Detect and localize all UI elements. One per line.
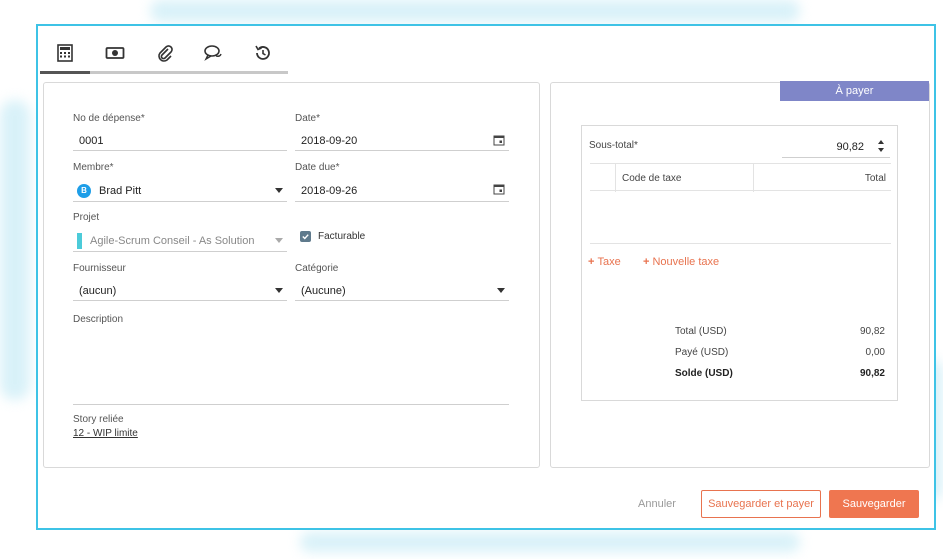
tab-history[interactable] [240,36,286,70]
add-tax-label: Taxe [597,256,621,268]
story-link[interactable]: 12 - WIP limite [73,428,287,439]
expense-dialog: No de dépense* 0001 Date* 2018-09-20 Mem… [36,24,936,530]
due-date-input[interactable]: 2018-09-26 [295,180,509,202]
paid-value: 0,00 [865,347,885,358]
table-bottom-divider [590,243,891,244]
date-value: 2018-09-20 [301,134,358,147]
add-tax-button[interactable]: + Taxe [588,256,621,268]
supplier-label: Fournisseur [73,263,126,274]
column-header-tax-code: Code de taxe [622,173,682,184]
total-value: 90,82 [859,326,885,337]
status-badge: À payer [780,81,929,101]
tax-table-header: Code de taxe Total [590,163,891,192]
expense-no-label: No de dépense* [73,113,145,124]
supplier-value: (aucun) [79,284,117,297]
tab-strip [40,36,290,76]
new-tax-button[interactable]: + Nouvelle taxe [643,256,719,268]
background-brush [150,0,800,22]
chevron-down-icon [497,288,505,293]
description-label: Description [73,314,124,325]
due-date-value: 2018-09-26 [301,184,358,197]
supplier-field: Fournisseur (aucun) [73,263,287,301]
project-field: Projet Agile-Scrum Conseil - As Solution [73,212,287,252]
story-label: Story reliée [73,414,124,425]
background-brush [300,532,800,552]
date-input[interactable]: 2018-09-20 [295,131,509,151]
stepper-arrows-icon[interactable] [877,139,885,153]
project-color-swatch [77,232,82,249]
expense-details-panel: No de dépense* 0001 Date* 2018-09-20 Mem… [43,82,540,468]
comments-icon [204,45,222,61]
tab-active-indicator [40,71,90,74]
due-date-label: Date due* [295,162,340,173]
category-field: Catégorie (Aucune) [295,263,509,301]
tab-money[interactable] [92,36,138,70]
project-value: Agile-Scrum Conseil - As Solution [90,234,255,247]
member-select[interactable]: B Brad Pitt [73,180,287,202]
supplier-select[interactable]: (aucun) [73,281,287,301]
project-select[interactable]: Agile-Scrum Conseil - As Solution [73,230,287,252]
subtotal-value: 90,82 [836,141,864,153]
expense-no-field: No de dépense* 0001 [73,113,287,151]
expense-no-input[interactable]: 0001 [73,131,287,151]
calendar-icon[interactable] [493,134,505,146]
checkbox-checked-icon [300,231,311,242]
subtotal-label: Sous-total* [589,140,638,151]
category-value: (Aucune) [301,284,346,297]
category-label: Catégorie [295,263,339,274]
save-and-pay-button[interactable]: Sauvegarder et payer [701,490,821,518]
background-brush [0,100,30,400]
member-field: Membre* B Brad Pitt [73,162,287,202]
avatar: B [77,183,91,198]
money-icon [105,47,125,59]
project-label: Projet [73,212,100,223]
story-field: Story reliée 12 - WIP limite [73,414,287,439]
date-field: Date* 2018-09-20 [295,113,509,151]
tab-calculator[interactable] [42,36,88,70]
chevron-down-icon [275,188,283,193]
tax-box: Sous-total* 90,82 Code de taxe Total + T… [581,125,898,401]
due-date-field: Date due* 2018-09-26 [295,162,509,202]
column-divider [753,164,754,192]
chevron-down-icon [275,288,283,293]
chevron-down-icon [275,238,283,243]
expense-no-value: 0001 [79,134,104,147]
cancel-button[interactable]: Annuler [630,490,684,518]
calendar-icon[interactable] [493,183,505,195]
paid-label: Payé (USD) [675,347,729,358]
new-tax-label: Nouvelle taxe [652,256,720,268]
history-icon [255,45,270,60]
tab-attachments[interactable] [142,36,188,70]
save-button[interactable]: Sauvegarder [829,490,919,518]
tab-comments[interactable] [190,36,236,70]
description-textarea[interactable] [73,325,509,405]
calculator-icon [57,44,73,62]
description-field: Description [73,314,509,405]
member-label: Membre* [73,162,114,173]
total-label: Total (USD) [675,326,727,337]
balance-value: 90,82 [859,368,885,379]
member-value: Brad Pitt [99,184,142,197]
billable-label: Facturable [318,231,366,242]
subtotal-input[interactable]: 90,82 [782,136,890,158]
paperclip-icon [158,45,173,62]
balance-label: Solde (USD) [675,368,733,379]
category-select[interactable]: (Aucune) [295,281,509,301]
column-divider [615,164,616,192]
date-label: Date* [295,113,321,124]
billable-checkbox[interactable]: Facturable [300,231,500,242]
column-header-total: Total [864,173,886,184]
